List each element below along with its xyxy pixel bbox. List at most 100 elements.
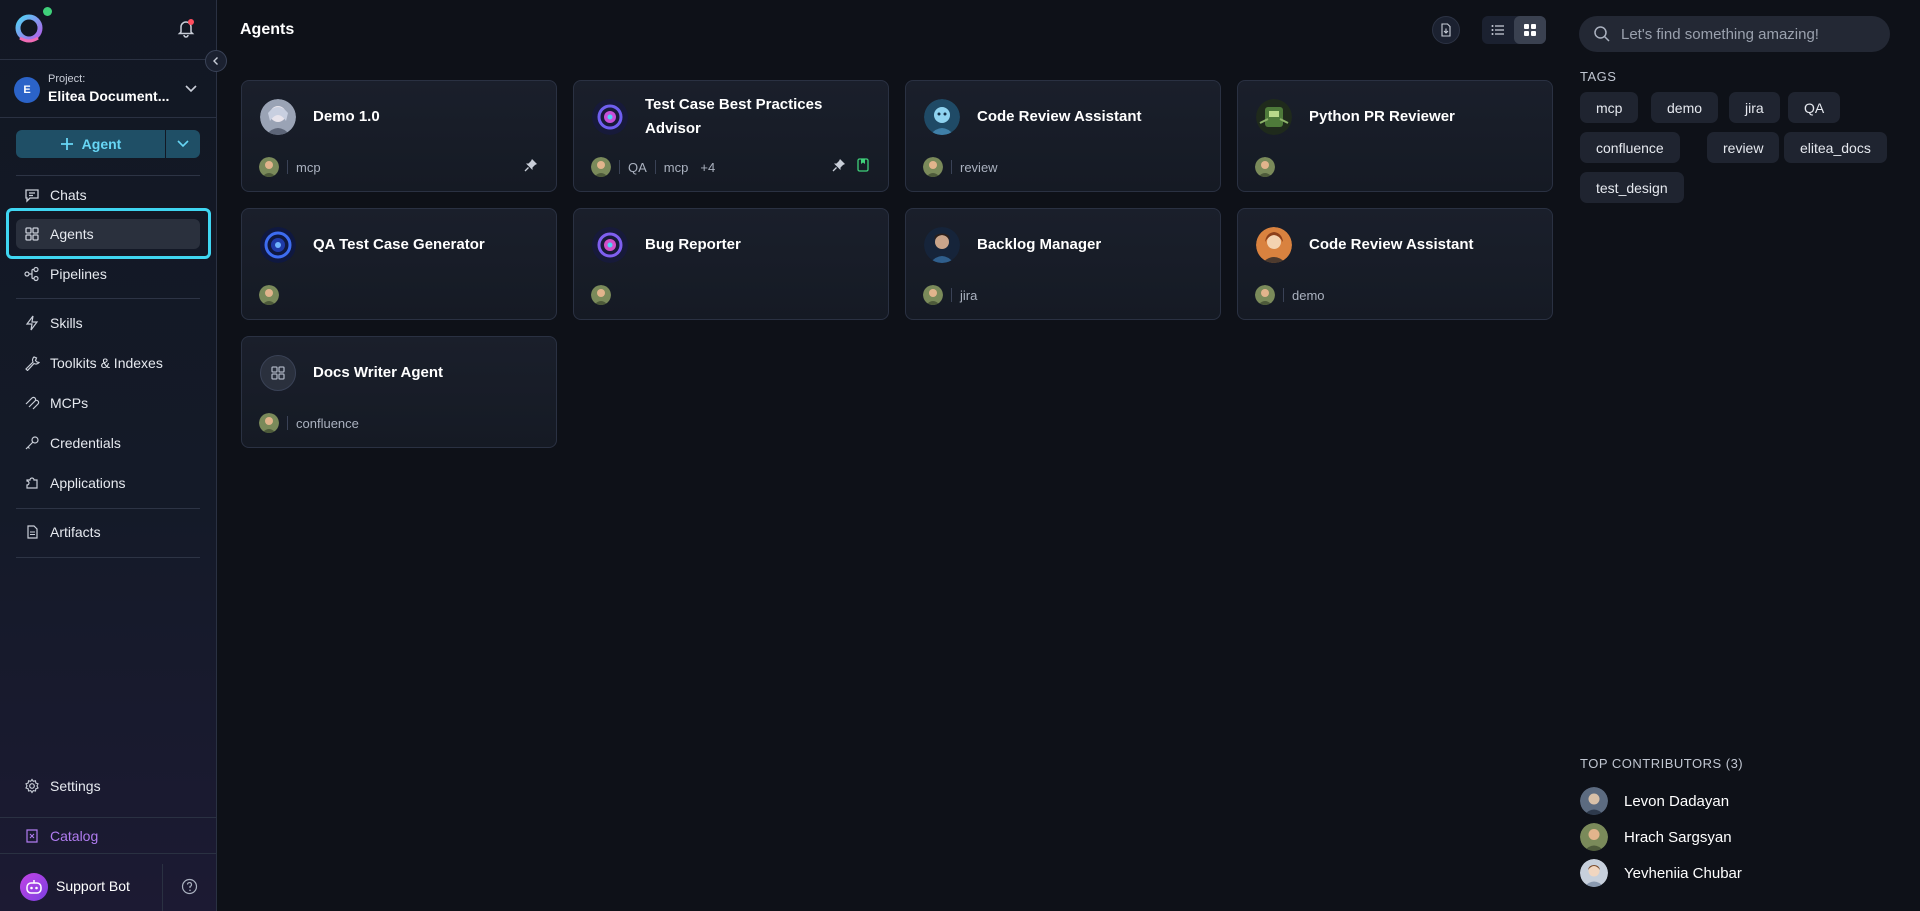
agent-card[interactable]: Docs Writer Agent confluence: [241, 336, 557, 448]
agent-card[interactable]: Code Review Assistant demo: [1237, 208, 1553, 320]
sidebar-header: [0, 0, 216, 60]
grid-view-button[interactable]: [1514, 16, 1546, 44]
nav-item-settings[interactable]: Settings: [16, 771, 200, 801]
project-avatar: E: [14, 77, 40, 103]
nav-item-toolkits[interactable]: Toolkits & Indexes: [16, 348, 200, 378]
agent-meta: review: [923, 157, 998, 177]
tag-chip[interactable]: demo: [1651, 92, 1719, 123]
divider: [16, 508, 200, 509]
agent-title: Python PR Reviewer: [1309, 108, 1455, 125]
search-input[interactable]: [1621, 25, 1871, 43]
more-tags-count[interactable]: +4: [700, 160, 715, 175]
agent-tag[interactable]: mcp: [296, 160, 321, 175]
agent-tag[interactable]: mcp: [664, 160, 689, 175]
meta-separator: [951, 288, 952, 302]
support-bot[interactable]: Support Bot: [0, 864, 216, 911]
agent-title: Code Review Assistant: [977, 108, 1142, 125]
agent-tag[interactable]: demo: [1292, 288, 1325, 303]
nav-item-catalog[interactable]: Catalog: [16, 821, 200, 851]
support-bot-label: Support Bot: [56, 878, 130, 894]
agent-card[interactable]: QA Test Case Generator: [241, 208, 557, 320]
contributor-item[interactable]: Levon Dadayan: [1580, 787, 1729, 815]
grid-icon: [1524, 24, 1536, 36]
chat-icon: [25, 189, 39, 203]
search-icon: [1594, 26, 1610, 42]
nav-label: Settings: [50, 778, 101, 794]
chevron-down-icon[interactable]: [184, 84, 198, 94]
sidebar: E Project: Elitea Document... Agent Chat…: [0, 0, 217, 911]
agent-tag[interactable]: confluence: [296, 416, 359, 431]
agent-meta: QA mcp +4: [591, 157, 715, 177]
agent-avatar: [592, 227, 628, 263]
tag-chip[interactable]: confluence: [1580, 132, 1680, 163]
contributors-heading: TOP CONTRIBUTORS (3): [1580, 756, 1744, 771]
agent-tag[interactable]: QA: [628, 160, 647, 175]
meta-separator: [287, 160, 288, 174]
pin-icon[interactable]: [524, 158, 538, 172]
divider: [16, 557, 200, 558]
pin-icon[interactable]: [832, 158, 846, 172]
agent-tag[interactable]: jira: [960, 288, 977, 303]
agent-card[interactable]: Code Review Assistant review: [905, 80, 1221, 192]
tag-chip[interactable]: jira: [1729, 92, 1780, 123]
agent-card[interactable]: Python PR Reviewer: [1237, 80, 1553, 192]
nav-item-applications[interactable]: Applications: [16, 468, 200, 498]
project-name: Elitea Document...: [48, 88, 170, 104]
create-agent-button[interactable]: Agent: [16, 130, 165, 158]
agent-avatar: [260, 227, 296, 263]
nav-item-credentials[interactable]: Credentials: [16, 428, 200, 458]
tag-chip[interactable]: mcp: [1580, 92, 1639, 123]
nav-item-pipelines[interactable]: Pipelines: [16, 259, 200, 289]
contributor-item[interactable]: Yevheniia Chubar: [1580, 859, 1742, 887]
agent-avatar: [924, 99, 960, 135]
tag-chip[interactable]: test_design: [1580, 172, 1684, 203]
create-options-dropdown[interactable]: [166, 130, 200, 158]
agent-meta: [1255, 157, 1275, 177]
author-avatar: [259, 157, 279, 177]
meta-separator: [654, 160, 656, 174]
agent-title: Code Review Assistant: [1309, 236, 1474, 253]
meta-separator: [951, 160, 952, 174]
main-content: Agents Demo 1.0 mcp Test Case Best Pract…: [217, 0, 1555, 911]
key-icon: [25, 436, 39, 450]
agent-title: Docs Writer Agent: [313, 364, 444, 381]
contributor-item[interactable]: Hrach Sargsyan: [1580, 823, 1732, 851]
bookmark-icon[interactable]: [856, 158, 870, 172]
author-avatar: [923, 285, 943, 305]
nav-label: Catalog: [50, 828, 99, 844]
export-button[interactable]: [1432, 16, 1460, 44]
elitea-logo[interactable]: [14, 14, 44, 44]
tag-chip[interactable]: QA: [1788, 92, 1841, 123]
nav-label: Skills: [50, 315, 83, 331]
agent-card[interactable]: Demo 1.0 mcp: [241, 80, 557, 192]
tag-chip[interactable]: review: [1707, 132, 1780, 163]
agent-tag[interactable]: review: [960, 160, 998, 175]
nav-item-artifacts[interactable]: Artifacts: [16, 517, 200, 547]
agent-meta: [259, 285, 279, 305]
create-agent-label: Agent: [81, 136, 122, 152]
author-avatar: [259, 413, 279, 433]
agent-meta: mcp: [259, 157, 321, 177]
list-view-button[interactable]: [1482, 16, 1514, 44]
nav-item-mcps[interactable]: MCPs: [16, 388, 200, 418]
wrench-icon: [25, 356, 40, 371]
tags-heading: TAGS: [1580, 69, 1617, 84]
agent-avatar: [1256, 99, 1292, 135]
agent-card[interactable]: Test Case Best Practices Advisor QA mcp …: [573, 80, 889, 192]
plus-icon: [60, 138, 73, 150]
contributor-avatar: [1580, 859, 1608, 887]
help-icon[interactable]: [181, 878, 198, 895]
nav-item-chats[interactable]: Chats: [16, 180, 200, 210]
author-avatar: [923, 157, 943, 177]
tag-chip[interactable]: elitea_docs: [1784, 132, 1887, 163]
collapse-sidebar-button[interactable]: [205, 50, 227, 72]
agent-card[interactable]: Backlog Manager jira: [905, 208, 1221, 320]
contributor-avatar: [1580, 823, 1608, 851]
nav-label: Chats: [50, 187, 87, 203]
catalog-icon: [26, 829, 38, 843]
agent-title: Backlog Manager: [977, 236, 1102, 253]
notification-bell-icon[interactable]: [176, 18, 196, 38]
nav-item-skills[interactable]: Skills: [16, 308, 200, 338]
agent-card[interactable]: Bug Reporter: [573, 208, 889, 320]
divider: [162, 864, 163, 911]
